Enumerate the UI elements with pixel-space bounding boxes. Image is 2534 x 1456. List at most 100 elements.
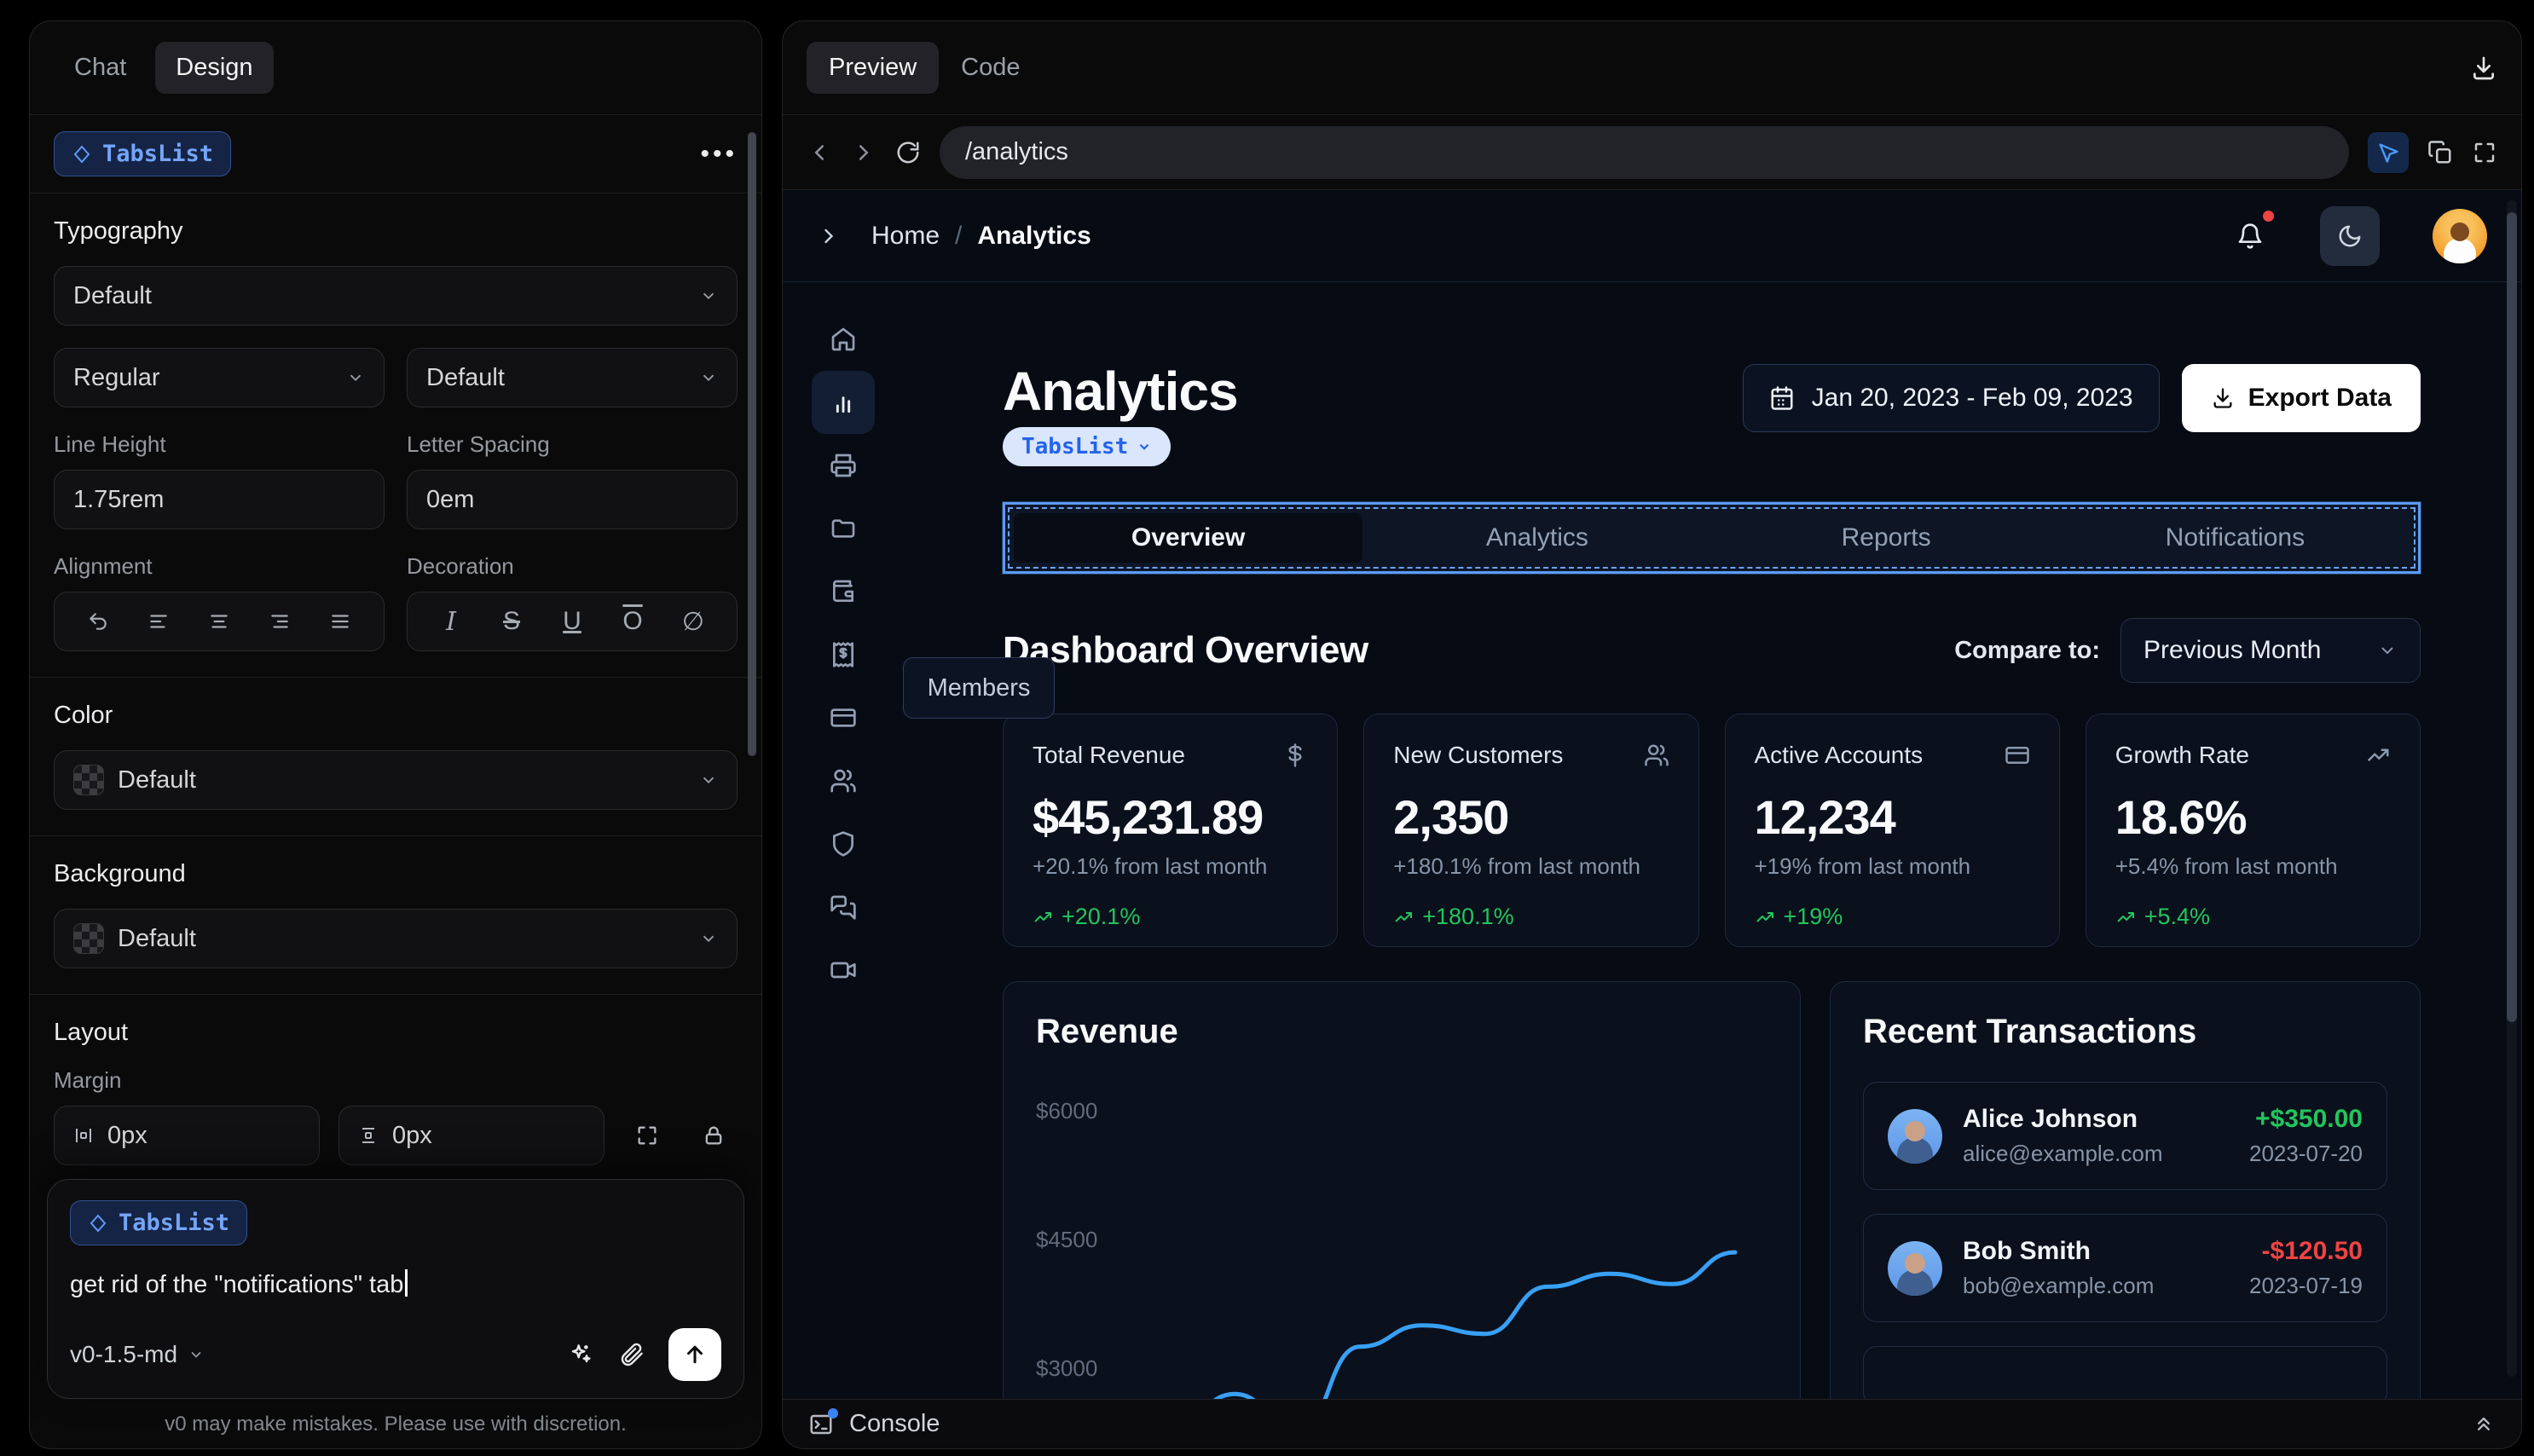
- video-icon[interactable]: [812, 939, 875, 1002]
- overline-icon[interactable]: O: [616, 607, 650, 636]
- chevron-down-icon: [350, 374, 362, 382]
- breadcrumb: Home / Analytics: [871, 221, 1091, 251]
- copy-icon[interactable]: [2427, 140, 2453, 165]
- chevron-down-icon: [703, 935, 714, 943]
- preview-scrollbar[interactable]: [2507, 200, 2517, 1377]
- tab-reports[interactable]: Reports: [1712, 513, 2061, 563]
- folder-icon[interactable]: [812, 497, 875, 560]
- transactions-title: Recent Transactions: [1863, 1013, 2197, 1050]
- alignment-toolbar: [54, 592, 385, 651]
- date-range-picker[interactable]: Jan 20, 2023 - Feb 09, 2023: [1742, 364, 2160, 432]
- notifications-bell-icon[interactable]: [2236, 210, 2274, 250]
- align-left-icon[interactable]: [142, 610, 176, 633]
- forward-icon[interactable]: [851, 140, 876, 165]
- trending-up-icon: [1034, 911, 1051, 922]
- tab-overview[interactable]: Overview: [1014, 513, 1363, 563]
- lock-icon[interactable]: [690, 1124, 738, 1147]
- prompt-composer[interactable]: TabsList get rid of the "notifications" …: [47, 1179, 744, 1399]
- prompt-component-chip[interactable]: TabsList: [70, 1200, 248, 1245]
- color-select[interactable]: Default: [54, 750, 738, 810]
- align-justify-icon[interactable]: [323, 610, 357, 633]
- alignment-label: Alignment: [54, 553, 153, 579]
- messages-icon[interactable]: [812, 875, 875, 939]
- more-menu-icon[interactable]: •••: [700, 140, 738, 169]
- margin-x-input[interactable]: 0px: [54, 1106, 320, 1165]
- tab-chat[interactable]: Chat: [54, 42, 147, 94]
- dollar-icon: [1282, 742, 1308, 768]
- design-mode-pointer-icon[interactable]: [2368, 131, 2409, 173]
- trending-up-icon: [2117, 911, 2134, 922]
- transaction-row: Alice Johnson alice@example.com +$350.00…: [1863, 1082, 2387, 1190]
- send-button[interactable]: [668, 1328, 721, 1381]
- strikethrough-icon[interactable]: S: [495, 607, 529, 636]
- trending-up-icon: [1395, 911, 1413, 922]
- analytics-bar-chart-icon[interactable]: [812, 371, 875, 434]
- printer-icon[interactable]: [812, 434, 875, 497]
- dark-mode-toggle[interactable]: [2320, 205, 2380, 266]
- refresh-icon[interactable]: [895, 140, 921, 165]
- receipt-dollar-icon[interactable]: [812, 623, 875, 686]
- background-select[interactable]: Default: [54, 909, 738, 968]
- font-family-select[interactable]: Default: [54, 266, 738, 326]
- revenue-line-chart: $6000 $4500 $3000: [1036, 1073, 1767, 1399]
- margin-y-input[interactable]: 0px: [338, 1106, 605, 1165]
- chevron-down-icon: [703, 374, 714, 382]
- back-icon[interactable]: [807, 140, 832, 165]
- align-center-icon[interactable]: [202, 610, 236, 633]
- paperclip-icon[interactable]: [617, 1341, 645, 1368]
- console-bar[interactable]: Console: [783, 1399, 2521, 1448]
- download-icon[interactable]: [2470, 55, 2497, 82]
- underline-icon[interactable]: U: [555, 607, 589, 636]
- download-icon: [2213, 388, 2232, 408]
- color-section: Color Default: [30, 678, 761, 836]
- layout-label: Layout: [54, 1019, 129, 1046]
- tab-analytics[interactable]: Analytics: [1362, 513, 1711, 563]
- revenue-chart-card: Revenue $6000 $4500 $3000: [1003, 981, 1801, 1399]
- credit-card-icon[interactable]: [812, 686, 875, 749]
- user-avatar[interactable]: [2433, 208, 2487, 263]
- panel-scrollbar[interactable]: [748, 132, 756, 756]
- tab-code[interactable]: Code: [939, 42, 1042, 94]
- export-data-button[interactable]: Export Data: [2181, 364, 2421, 432]
- model-select[interactable]: v0-1.5-md: [70, 1341, 205, 1368]
- font-size-select[interactable]: Default: [407, 348, 738, 407]
- app-viewport: Home / Analytics Analytics TabsList Jan …: [783, 190, 2521, 1399]
- line-height-input[interactable]: 1.75rem: [54, 470, 385, 529]
- tab-notifications[interactable]: Notifications: [2061, 513, 2410, 563]
- undo-icon[interactable]: [81, 610, 115, 633]
- tab-preview[interactable]: Preview: [807, 42, 940, 94]
- moon-icon: [2339, 225, 2361, 246]
- y-axis-tick-label: $3000: [1036, 1355, 1098, 1381]
- sparkles-icon[interactable]: [566, 1341, 593, 1368]
- avatar: [1888, 1240, 1942, 1296]
- fullscreen-icon[interactable]: [2472, 140, 2497, 165]
- trending-up-icon: [1756, 911, 1773, 922]
- expand-icon[interactable]: [623, 1124, 671, 1147]
- sidebar-toggle-icon[interactable]: [817, 224, 841, 248]
- y-axis-tick-label: $6000: [1036, 1098, 1098, 1124]
- console-activity-dot: [828, 1407, 838, 1418]
- disclaimer: v0 may make mistakes. Please use with di…: [165, 1413, 627, 1436]
- letter-spacing-input[interactable]: 0em: [407, 470, 738, 529]
- wallet-icon[interactable]: [812, 560, 875, 623]
- url-input[interactable]: /analytics: [940, 125, 2349, 179]
- members-tooltip: Members: [903, 657, 1055, 719]
- align-right-icon[interactable]: [263, 610, 297, 633]
- tab-design[interactable]: Design: [155, 42, 274, 94]
- chevrons-up-icon[interactable]: [2472, 1413, 2496, 1436]
- italic-icon[interactable]: I: [434, 607, 468, 637]
- no-decoration-icon[interactable]: ∅: [676, 607, 710, 637]
- compare-select[interactable]: Previous Month: [2120, 618, 2421, 683]
- scrollbar-thumb[interactable]: [2507, 212, 2517, 1022]
- home-icon[interactable]: [812, 308, 875, 371]
- members-users-icon[interactable]: [812, 749, 875, 812]
- breadcrumb-home[interactable]: Home: [871, 222, 940, 251]
- chevron-down-icon: [1139, 443, 1149, 450]
- shield-icon[interactable]: [812, 812, 875, 875]
- selected-component-chip[interactable]: TabsList: [54, 131, 232, 176]
- component-badge[interactable]: TabsList: [1003, 427, 1172, 466]
- prompt-input[interactable]: get rid of the "notifications" tab: [70, 1269, 721, 1299]
- compare-label: Compare to:: [1954, 636, 2100, 664]
- font-weight-select[interactable]: Regular: [54, 348, 385, 407]
- line-height-label: Line Height: [54, 431, 166, 457]
